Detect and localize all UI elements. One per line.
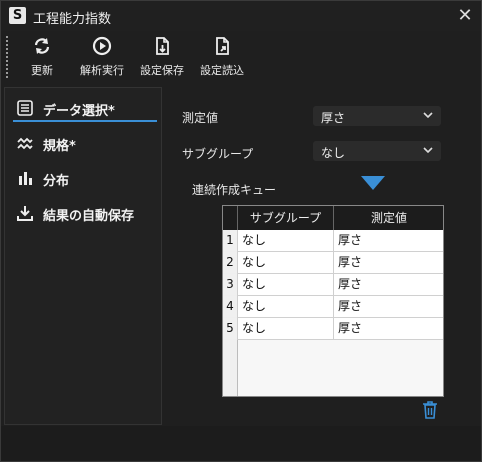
cell-measure[interactable]: 厚さ bbox=[333, 318, 443, 340]
window-title: 工程能力指数 bbox=[33, 12, 112, 27]
cell-subgroup[interactable]: なし bbox=[237, 274, 333, 296]
cell-subgroup[interactable]: なし bbox=[237, 252, 333, 274]
chevron-down-icon bbox=[423, 112, 433, 119]
download-icon bbox=[17, 206, 33, 221]
column-header-subgroup[interactable]: サブグループ bbox=[237, 206, 333, 230]
load-file-icon bbox=[216, 37, 229, 55]
cell-measure[interactable]: 厚さ bbox=[333, 252, 443, 274]
cell-subgroup[interactable]: なし bbox=[237, 296, 333, 318]
analyze-button[interactable]: 解析実行 bbox=[79, 36, 125, 78]
toolbar-grip[interactable] bbox=[6, 36, 8, 80]
sidebar-item-data-selection[interactable]: データ選択* bbox=[13, 96, 157, 122]
measure-label: 測定値 bbox=[182, 111, 219, 125]
refresh-icon bbox=[34, 38, 50, 54]
play-icon bbox=[92, 36, 112, 56]
sidebar: データ選択* 規格* 分布 結果の自動保存 bbox=[4, 87, 162, 425]
cell-measure[interactable]: 厚さ bbox=[333, 230, 443, 252]
row-number: 2 bbox=[223, 252, 237, 273]
load-settings-label: 設定読込 bbox=[200, 64, 244, 77]
row-number: 3 bbox=[223, 274, 237, 295]
row-number: 5 bbox=[223, 318, 237, 339]
trash-icon bbox=[423, 401, 437, 419]
add-to-queue-icon[interactable] bbox=[361, 176, 385, 190]
save-settings-button[interactable]: 設定保存 bbox=[139, 36, 185, 78]
measure-select-value: 厚さ bbox=[321, 111, 346, 125]
wave-icon bbox=[17, 137, 33, 150]
app-window: S 工程能力指数 ✕ 更新 解析実行 設定保存 設定読込 データ選択* 規格* … bbox=[0, 0, 482, 462]
cell-measure[interactable]: 厚さ bbox=[333, 296, 443, 318]
delete-button[interactable] bbox=[422, 401, 438, 422]
cell-subgroup[interactable]: なし bbox=[237, 230, 333, 252]
queue-table: サブグループ 測定値 1 なし 厚さ 2 なし 厚さ 3 なし 厚さ 4 なし bbox=[222, 205, 444, 397]
cell-subgroup[interactable]: なし bbox=[237, 318, 333, 340]
chevron-down-icon bbox=[423, 147, 433, 154]
list-icon bbox=[17, 100, 33, 116]
table-header: サブグループ 測定値 bbox=[223, 206, 443, 230]
sidebar-item-spec[interactable]: 規格* bbox=[13, 131, 157, 155]
sidebar-item-auto-save[interactable]: 結果の自動保存 bbox=[13, 201, 157, 225]
sidebar-item-label: 結果の自動保存 bbox=[43, 209, 135, 224]
load-settings-button[interactable]: 設定読込 bbox=[199, 36, 245, 78]
sidebar-item-label: データ選択* bbox=[43, 104, 115, 119]
queue-label: 連続作成キュー bbox=[192, 183, 277, 197]
toolbar: 更新 解析実行 設定保存 設定読込 bbox=[1, 32, 481, 84]
row-number: 4 bbox=[223, 296, 237, 317]
subgroup-label: サブグループ bbox=[182, 147, 254, 161]
title-bar: S 工程能力指数 ✕ bbox=[1, 1, 481, 31]
sidebar-item-label: 規格* bbox=[43, 139, 76, 154]
analyze-label: 解析実行 bbox=[80, 64, 124, 77]
update-label: 更新 bbox=[31, 64, 53, 77]
close-button[interactable]: ✕ bbox=[455, 6, 475, 26]
measure-select[interactable]: 厚さ bbox=[313, 106, 441, 126]
subgroup-select[interactable]: なし bbox=[313, 141, 441, 161]
column-header-measure[interactable]: 測定値 bbox=[333, 206, 444, 230]
row-number: 1 bbox=[223, 230, 237, 251]
save-file-icon bbox=[156, 37, 169, 55]
cell-measure[interactable]: 厚さ bbox=[333, 274, 443, 296]
save-settings-label: 設定保存 bbox=[140, 64, 184, 77]
subgroup-select-value: なし bbox=[321, 146, 346, 160]
bar-chart-icon bbox=[19, 172, 32, 185]
sidebar-item-label: 分布 bbox=[43, 174, 70, 189]
update-button[interactable]: 更新 bbox=[27, 36, 57, 78]
app-icon: S bbox=[9, 7, 26, 24]
status-area bbox=[1, 426, 481, 461]
sidebar-item-distribution[interactable]: 分布 bbox=[13, 166, 157, 190]
main-panel: 測定値 厚さ サブグループ なし 連続作成キュー サブグループ 測定値 1 なし bbox=[164, 87, 479, 423]
